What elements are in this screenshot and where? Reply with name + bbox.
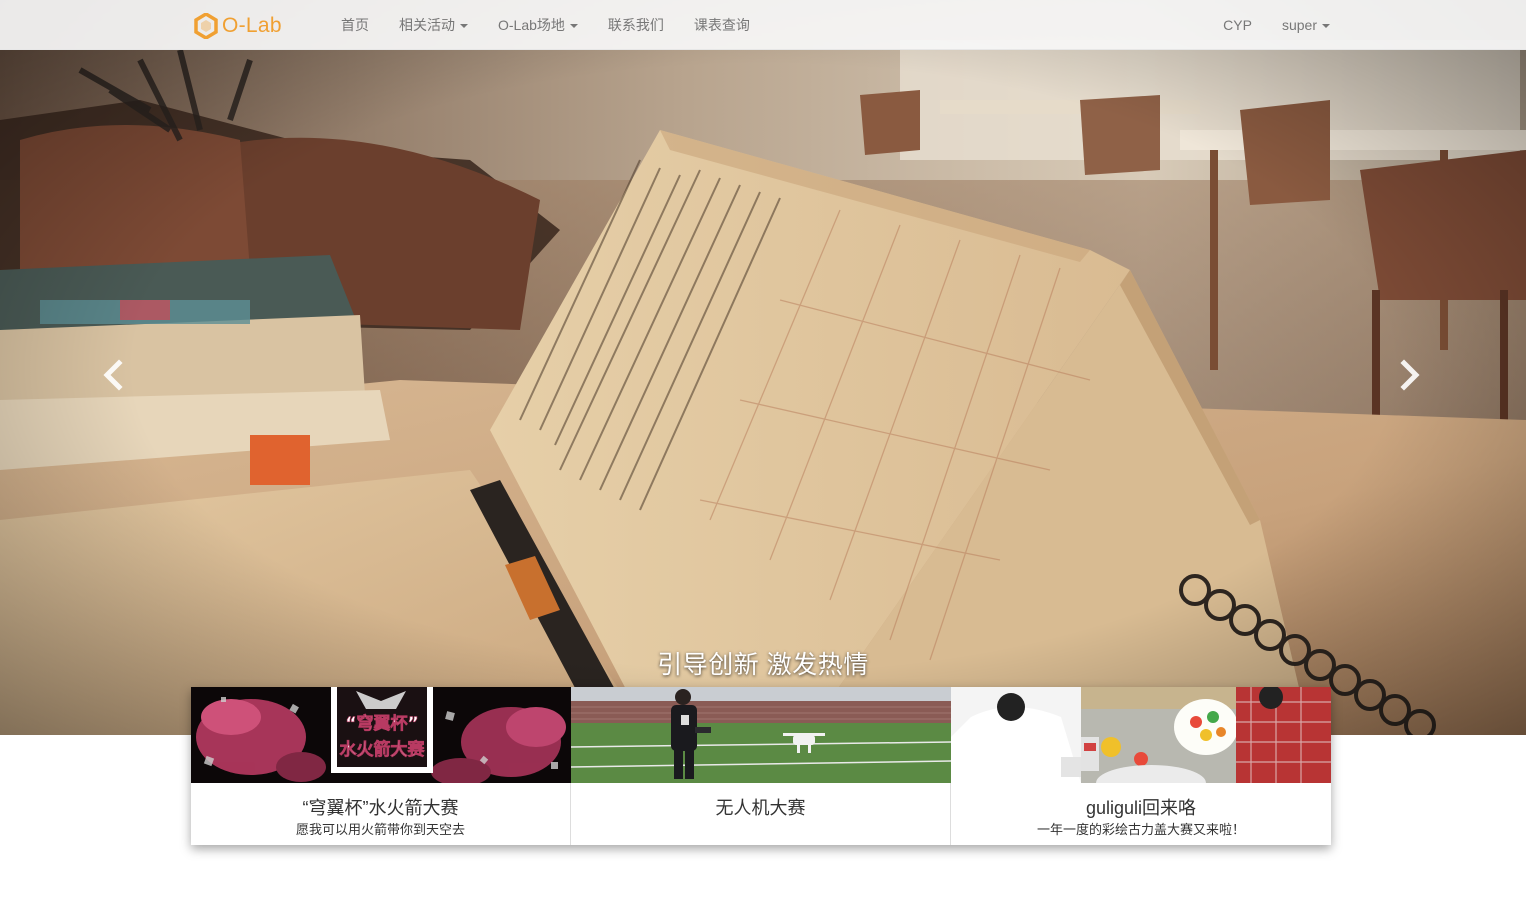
card-subtitle [571,821,950,839]
nav-user-menu-dropdown[interactable]: super [1267,0,1345,50]
activity-card-water-rocket[interactable]: “穹翼杯” 水火箭大赛 “穹翼杯”水火箭大赛 愿我可以用火箭带你到天空去 [191,687,571,845]
poster-text-line-1: “穹翼杯” [345,713,418,734]
user-nav: CYP super [1208,0,1345,50]
hero-carousel: 引导创新 激发热情 [0,0,1526,735]
main-nav: 首页 相关活动 O-Lab场地 联系我们 课表查询 [326,0,765,50]
carousel-caption: 引导创新 激发热情 [657,651,869,679]
activity-card-drone[interactable]: 无人机大赛 [571,687,951,845]
drone-contest-photo [571,687,951,783]
chevron-right-icon [1400,359,1420,391]
poster-text-line-2: 水火箭大赛 [340,739,426,760]
caret-down-icon [460,24,468,29]
chevron-left-icon [103,359,123,391]
card-title: 无人机大赛 [715,798,806,818]
card-subtitle: 愿我可以用火箭带你到天空去 [295,822,465,837]
caret-down-icon [569,24,578,29]
hero-slide-image [0,0,1526,735]
brand-name: O-Lab [222,14,282,37]
card-title: guliguli回来咯 [1085,798,1197,818]
water-rocket-poster-image: “穹翼杯” 水火箭大赛 [191,687,571,783]
brand-logo[interactable]: O-Lab [194,12,282,40]
manhole-painting-photo [951,687,1331,783]
top-navbar: O-Lab 首页 相关活动 O-Lab场地 联系我们 课表查询 CYP supe… [0,0,1526,50]
featured-activity-cards: “穹翼杯” 水火箭大赛 “穹翼杯”水火箭大赛 愿我可以用火箭带你到天空去 无人机… [191,687,1331,845]
card-title: “穹翼杯”水火箭大赛 [302,798,459,818]
nav-home[interactable]: 首页 [326,0,384,50]
card-subtitle: 一年一度的彩绘古力盖大赛又来啦！ [1036,822,1245,837]
caret-down-icon [1322,24,1330,29]
nav-activities-dropdown[interactable]: 相关活动 [384,0,483,50]
nav-user-cyp[interactable]: CYP [1208,0,1267,50]
nav-venue-dropdown[interactable]: O-Lab场地 [483,0,593,50]
carousel-next-button[interactable] [1389,355,1429,395]
activity-card-manhole-painting[interactable]: guliguli回来咯 一年一度的彩绘古力盖大赛又来啦！ [951,687,1331,845]
hexagon-logo-icon [194,13,218,39]
nav-schedule[interactable]: 课表查询 [679,0,765,50]
carousel-prev-button[interactable] [94,355,134,395]
nav-contact[interactable]: 联系我们 [593,0,679,50]
